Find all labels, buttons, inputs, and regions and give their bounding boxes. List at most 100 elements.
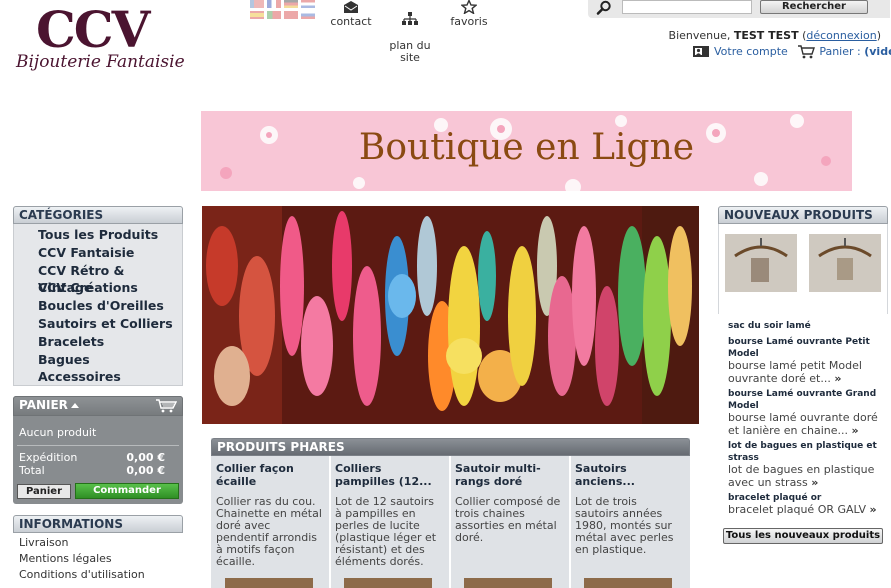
new-product-description: lot de bagues en plastique avec un stras… [728,463,875,489]
all-new-products-button[interactable]: Tous les nouveaux produits [723,528,883,544]
product-thumbnail[interactable] [725,234,797,292]
cart-total-row: Total 0,00 € [19,464,165,477]
greeting-text: Bienvenue, [668,29,731,42]
necklaces-illustration [202,206,699,424]
user-greeting: Bienvenue, TEST TEST (déconnexion) [668,29,881,42]
user-name: TEST TEST [733,29,799,42]
new-products-thumbnails [718,224,888,314]
categories-title: CATÉGORIES [13,206,183,224]
category-ccv-creations[interactable]: CCV Créations [38,279,182,297]
category-earrings[interactable]: Boucles d'Oreilles [38,297,182,315]
category-ccv-retro-vintage[interactable]: CCV Rétro & Vintage [38,262,182,296]
envelope-icon [344,1,358,13]
flag-ru-icon[interactable] [301,11,315,19]
product-description: Lot de trois sautoirs années 1980, monté… [575,495,674,556]
cart-button[interactable]: Panier [17,484,71,499]
cart-icon [798,45,816,59]
information-block: INFORMATIONS Livraison Mentions légales … [13,515,183,583]
information-title: INFORMATIONS [13,515,183,533]
info-link-legal[interactable]: Mentions légales [19,551,183,567]
new-products-title: NOUVEAUX PRODUITS [718,206,888,224]
flag-cn-icon[interactable] [284,11,298,19]
account-cart-line: Votre compte Panier : (vide) [692,45,891,59]
more-arrow-icon[interactable]: » [852,424,859,437]
favorites-link-label: favoris [450,15,488,28]
category-ccv-fantaisie[interactable]: CCV Fantaisie [38,244,182,262]
sitemap-icon [402,12,418,25]
categories-block: CATÉGORIES Tous les Produits CCV Fantais… [13,206,183,386]
collapse-arrow-icon[interactable] [70,403,79,408]
cart-shipping-row: Expédition 0,00 € [19,451,165,464]
category-accessories[interactable]: Accessoires [38,368,182,386]
category-bracelets[interactable]: Bracelets [38,333,182,351]
cart-total-value: 0,00 € [126,464,165,477]
more-arrow-icon[interactable]: » [834,372,841,385]
product-title[interactable]: Collier façon écaille [216,462,324,488]
product-card[interactable]: Colliers pampilles (12... Lot de 12 saut… [330,456,448,588]
info-link-terms[interactable]: Conditions d'utilisation [19,567,183,583]
product-title[interactable]: Colliers pampilles (12... [335,462,443,488]
flag-fr-icon[interactable] [267,0,281,8]
logo-monogram: CCV [36,0,150,59]
search-input[interactable] [622,0,752,14]
new-product-name[interactable]: lot de bagues en plastique et strass [728,440,884,464]
product-title[interactable]: Sautoirs anciens... [575,462,683,488]
star-icon [461,0,477,14]
account-link[interactable]: Votre compte [714,45,788,58]
new-product-description: bourse lamé petit Model ouvrante doré et… [728,359,862,385]
search-icon [596,0,611,15]
cart-shipping-label: Expédition [19,451,78,464]
more-arrow-icon[interactable]: » [869,503,876,516]
product-thumbnail[interactable] [344,578,432,588]
logout-link[interactable]: déconnexion [806,29,876,42]
new-product-name[interactable]: bourse Lamé ouvrante Petit Model [728,336,884,360]
contact-link[interactable]: contact [328,0,374,28]
new-products-block: NOUVEAUX PRODUITS sac du soir lamé bours… [718,206,888,520]
new-product-name[interactable]: sac du soir lamé [728,320,884,332]
shop-banner[interactable]: Boutique en Ligne [201,111,852,191]
cart-link[interactable]: Panier : [819,45,860,58]
order-button[interactable]: Commander [75,483,179,499]
product-thumbnail[interactable] [225,578,313,588]
cart-block: PANIER Aucun produit Expédition 0,00 € T… [13,396,183,504]
categories-list: Tous les Produits CCV Fantaisie CCV Rétr… [13,224,183,386]
cart-status: (vide) [864,45,891,58]
category-rings[interactable]: Bagues [38,351,182,369]
flag-en-icon[interactable] [250,0,264,8]
flag-de-icon[interactable] [284,0,298,8]
product-title[interactable]: Sautoir multi-rangs doré [455,462,563,488]
category-necklaces[interactable]: Sautoirs et Colliers [38,315,182,333]
product-card[interactable]: Sautoirs anciens... Lot de trois sautoir… [570,456,688,588]
store-logo[interactable]: CCV Bijouterie Fantaisie [14,0,185,76]
product-thumbnail[interactable] [584,578,672,588]
product-card[interactable]: Collier façon écaille Collier ras du cou… [211,456,329,588]
cart-divider [17,445,179,446]
product-card[interactable]: Sautoir multi-rangs doré Collier composé… [450,456,568,588]
sitemap-link[interactable]: plan du site [386,0,434,64]
featured-products-block: PRODUITS PHARES Collier façon écaille Co… [211,438,690,588]
sitemap-link-label: plan du site [389,39,431,64]
product-description: Collier ras du cou. Chainette en métal d… [216,495,322,568]
flag-es-icon[interactable] [250,11,264,19]
flag-pt-icon[interactable] [267,11,281,19]
cart-shipping-value: 0,00 € [126,451,165,464]
product-description: Collier composé de trois chaines assorti… [455,495,561,544]
new-product-description: bracelet plaqué OR GALV » [728,503,877,516]
search-button[interactable]: Rechercher [760,0,868,14]
category-all-products[interactable]: Tous les Produits [38,226,182,244]
info-link-delivery[interactable]: Livraison [19,535,183,551]
more-arrow-icon[interactable]: » [811,476,818,489]
contact-link-label: contact [330,15,372,28]
product-thumbnail[interactable] [809,234,881,292]
new-products-list: sac du soir lamé bourse Lamé ouvrante Pe… [718,314,888,517]
product-description: Lot de 12 sautoirs à pampilles en perles… [335,495,437,568]
cart-total-label: Total [19,464,45,477]
product-thumbnail[interactable] [464,578,552,588]
language-flags [250,0,318,22]
flag-nl-icon[interactable] [301,0,315,8]
new-product-name[interactable]: bourse Lamé ouvrante Grand Model [728,388,884,412]
featured-products-title: PRODUITS PHARES [211,438,690,456]
new-product-description: bourse lamé ouvrante doré et lanière en … [728,411,878,437]
logo-subtitle: Bijouterie Fantaisie [16,52,185,72]
favorites-link[interactable]: favoris [446,0,492,28]
